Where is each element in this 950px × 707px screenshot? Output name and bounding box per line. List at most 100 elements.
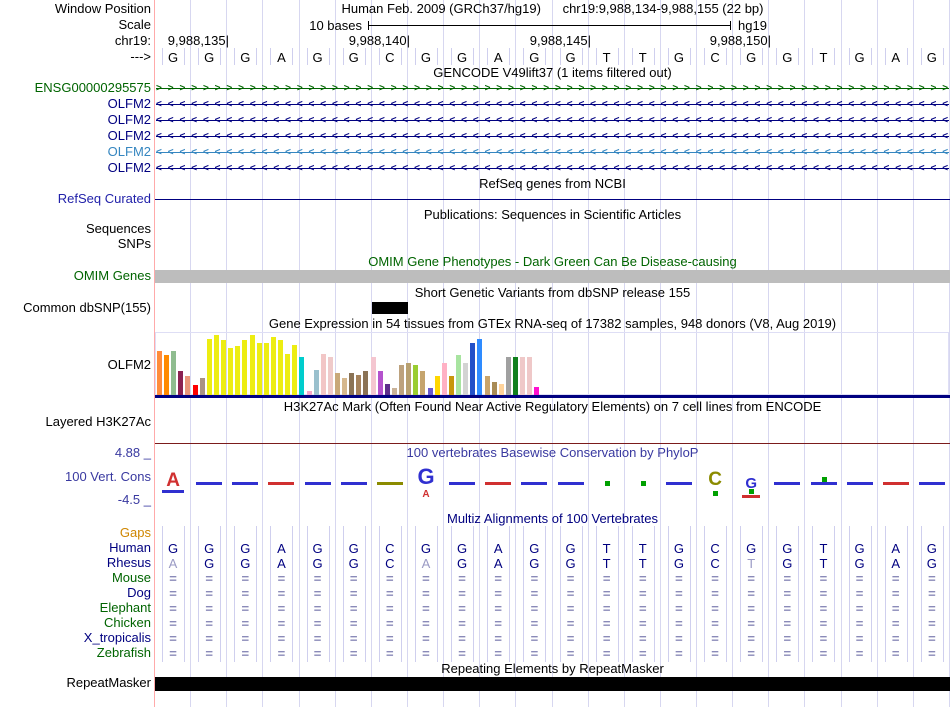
gtex-tissue-bar[interactable] — [206, 339, 212, 395]
phylop-max-label[interactable]: 4.88 _ — [0, 446, 151, 460]
gene-item[interactable]: < < < < < < < < < < < < < < < < < < < < < < < < < < < < < < < < < < < < < < < <… — [156, 162, 949, 175]
gtex-tissue-bar[interactable] — [477, 339, 483, 395]
gtex-tissue-bar[interactable] — [463, 363, 469, 395]
gene-direction-arrow: < — [789, 163, 796, 174]
gtex-tissue-bar[interactable] — [171, 351, 177, 395]
track-label-gaps[interactable]: Gaps — [0, 526, 151, 540]
gene-direction-arrow: < — [625, 99, 632, 110]
gene-item[interactable]: > > > > > > > > > > > > > > > > > > > > > > > > > > > > > > > > > > > > > > > >… — [156, 82, 949, 95]
gtex-tissue-bar[interactable] — [327, 357, 333, 395]
gtex-tissue-bar[interactable] — [185, 376, 191, 395]
species-label-mouse[interactable]: Mouse — [0, 571, 151, 585]
track-label-100-vert-cons[interactable]: 100 Vert. Cons — [0, 470, 151, 484]
species-label-elephant[interactable]: Elephant — [0, 601, 151, 615]
gene-label[interactable]: OLFM2 — [0, 161, 151, 175]
repeatmasker-element-bar[interactable] — [155, 677, 950, 691]
gtex-tissue-bar[interactable] — [256, 343, 262, 395]
gtex-tissue-bar[interactable] — [178, 371, 184, 395]
gtex-tissue-bar[interactable] — [199, 378, 205, 395]
gtex-tissue-bar[interactable] — [456, 355, 462, 395]
species-label-rhesus[interactable]: Rhesus — [0, 556, 151, 570]
phylop-min-label[interactable]: -4.5 _ — [0, 493, 151, 507]
gtex-tissue-bar[interactable] — [228, 348, 234, 395]
gtex-tissue-bar[interactable] — [192, 385, 198, 395]
track-label-layered-h3k27ac[interactable]: Layered H3K27Ac — [0, 415, 151, 429]
gene-label[interactable]: OLFM2 — [0, 97, 151, 111]
gene-item[interactable]: < < < < < < < < < < < < < < < < < < < < < < < < < < < < < < < < < < < < < < < <… — [156, 130, 949, 143]
gtex-tissue-bar[interactable] — [498, 384, 504, 395]
window-position-label[interactable]: Window Position — [0, 2, 151, 16]
track-label-gtex-gene[interactable]: OLFM2 — [0, 358, 151, 372]
species-label-chicken[interactable]: Chicken — [0, 616, 151, 630]
gtex-tissue-bar[interactable] — [356, 375, 362, 395]
gtex-tissue-bar[interactable] — [513, 357, 518, 395]
gtex-tissue-bar[interactable] — [505, 357, 511, 395]
species-label-human[interactable]: Human — [0, 541, 151, 555]
gtex-tissue-bar[interactable] — [427, 388, 433, 395]
gtex-tissue-bar[interactable] — [391, 388, 397, 395]
refseq-curated-gene-line[interactable] — [155, 199, 950, 200]
alignment-match-mark: = — [494, 586, 503, 601]
gtex-tissue-bar[interactable] — [249, 335, 255, 395]
track-label-sequences[interactable]: Sequences — [0, 222, 151, 236]
gtex-tissue-bar[interactable] — [278, 340, 284, 395]
dbsnp-variant-box[interactable] — [372, 302, 408, 314]
alignment-base: G — [240, 541, 251, 556]
gtex-tissue-bar[interactable] — [520, 357, 526, 395]
gtex-tissue-bar[interactable] — [270, 337, 276, 395]
gtex-tissue-bar[interactable] — [263, 343, 269, 395]
gtex-tissue-bar[interactable] — [335, 373, 340, 395]
gtex-tissue-bar[interactable] — [370, 357, 376, 395]
gtex-tissue-bar[interactable] — [384, 384, 390, 395]
gtex-tissue-bar[interactable] — [534, 387, 540, 395]
species-label-x_tropicalis[interactable]: X_tropicalis — [0, 631, 151, 645]
alignment-match-mark: = — [349, 631, 358, 646]
gtex-tissue-bar[interactable] — [342, 378, 348, 395]
gtex-tissue-bar[interactable] — [527, 357, 533, 395]
gene-direction-arrow: < — [590, 163, 597, 174]
gtex-tissue-bar[interactable] — [420, 371, 426, 395]
gtex-tissue-bar[interactable] — [349, 373, 355, 395]
gtex-tissue-bar[interactable] — [377, 371, 383, 395]
track-label-common-dbsnp[interactable]: Common dbSNP(155) — [0, 301, 151, 315]
track-label-snps[interactable]: SNPs — [0, 237, 151, 251]
gene-label[interactable]: ENSG00000295575 — [0, 81, 151, 95]
gene-item[interactable]: < < < < < < < < < < < < < < < < < < < < < < < < < < < < < < < < < < < < < < < <… — [156, 98, 949, 111]
gtex-tissue-bar[interactable] — [157, 351, 162, 395]
track-label-repeatmasker[interactable]: RepeatMasker — [0, 676, 151, 690]
gtex-tissue-bar[interactable] — [242, 340, 248, 395]
track-label-omim-genes[interactable]: OMIM Genes — [0, 269, 151, 283]
track-label-refseq-curated[interactable]: RefSeq Curated — [0, 192, 151, 206]
gtex-tissue-bar[interactable] — [313, 370, 319, 395]
gtex-tissue-bar[interactable] — [413, 365, 419, 395]
gtex-tissue-bar[interactable] — [164, 355, 170, 395]
gene-label[interactable]: OLFM2 — [0, 129, 151, 143]
gtex-tissue-bar[interactable] — [292, 345, 298, 395]
gene-item[interactable]: < < < < < < < < < < < < < < < < < < < < < < < < < < < < < < < < < < < < < < < <… — [156, 114, 949, 127]
omim-gene-bar[interactable] — [155, 270, 950, 283]
gtex-tissue-bar[interactable] — [399, 365, 405, 395]
gtex-tissue-bar[interactable] — [470, 343, 476, 395]
scale-label[interactable]: Scale — [0, 18, 151, 32]
gtex-tissue-bar[interactable] — [434, 376, 440, 395]
gtex-tissue-bar[interactable] — [285, 354, 291, 395]
gene-direction-arrow: < — [590, 115, 597, 126]
gtex-tissue-bar[interactable] — [441, 363, 447, 395]
gtex-tissue-bar[interactable] — [363, 371, 369, 395]
gene-label[interactable]: OLFM2 — [0, 113, 151, 127]
gtex-tissue-bar[interactable] — [484, 376, 490, 395]
gtex-tissue-bar[interactable] — [221, 340, 227, 395]
species-label-zebrafish[interactable]: Zebrafish — [0, 646, 151, 660]
gtex-tissue-bar[interactable] — [213, 335, 219, 395]
gtex-tissue-bar[interactable] — [320, 354, 326, 395]
gtex-tissue-bar[interactable] — [448, 376, 454, 395]
gtex-tissue-bar[interactable] — [235, 346, 241, 395]
gene-item[interactable]: < < < < < < < < < < < < < < < < < < < < < < < < < < < < < < < < < < < < < < < <… — [156, 146, 949, 159]
strand-label[interactable]: ---> — [0, 50, 151, 64]
gene-label[interactable]: OLFM2 — [0, 145, 151, 159]
species-label-dog[interactable]: Dog — [0, 586, 151, 600]
chrom-label[interactable]: chr19: — [0, 34, 151, 48]
gtex-tissue-bar[interactable] — [299, 357, 305, 395]
gtex-tissue-bar[interactable] — [406, 363, 412, 395]
gtex-tissue-bar[interactable] — [491, 382, 497, 395]
